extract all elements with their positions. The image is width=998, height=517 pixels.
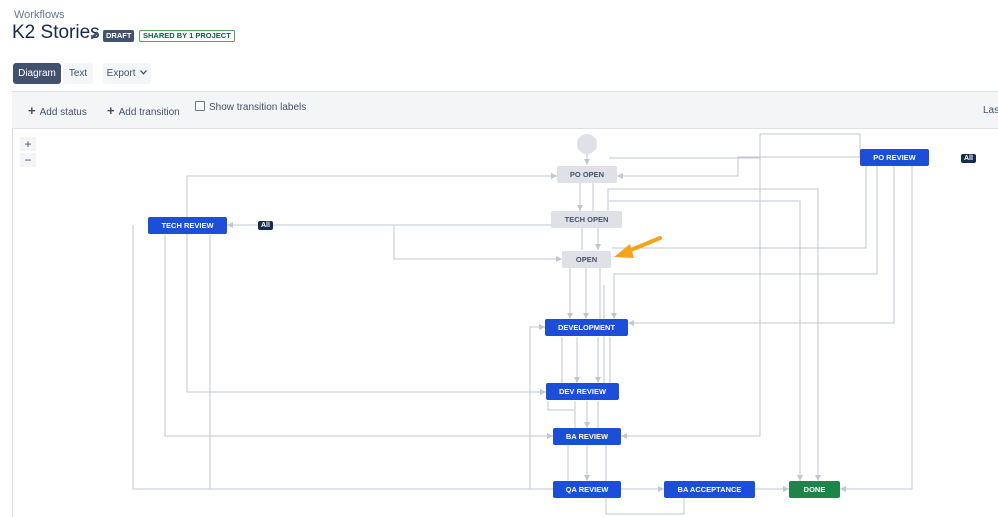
status-development[interactable]: DEVELOPMENT xyxy=(545,319,628,336)
status-po-review[interactable]: PO REVIEW xyxy=(860,149,929,166)
transition-lines xyxy=(132,133,913,515)
status-tech-open[interactable]: TECH OPEN xyxy=(551,211,622,228)
status-open[interactable]: OPEN xyxy=(562,251,611,268)
status-qa-review[interactable]: QA REVIEW xyxy=(553,481,621,498)
status-dev-review[interactable]: DEV REVIEW xyxy=(546,383,619,400)
status-po-open[interactable]: PO OPEN xyxy=(557,166,617,183)
status-ba-acceptance[interactable]: BA ACCEPTANCE xyxy=(664,481,755,498)
start-node[interactable] xyxy=(577,134,597,154)
global-transition-badge[interactable]: All xyxy=(258,221,273,230)
highlight-arrow-icon xyxy=(614,236,662,258)
status-tech-review[interactable]: TECH REVIEW xyxy=(148,217,227,234)
global-transition-badge[interactable]: All xyxy=(961,154,976,163)
status-done[interactable]: DONE xyxy=(789,481,840,498)
status-ba-review[interactable]: BA REVIEW xyxy=(553,428,621,445)
